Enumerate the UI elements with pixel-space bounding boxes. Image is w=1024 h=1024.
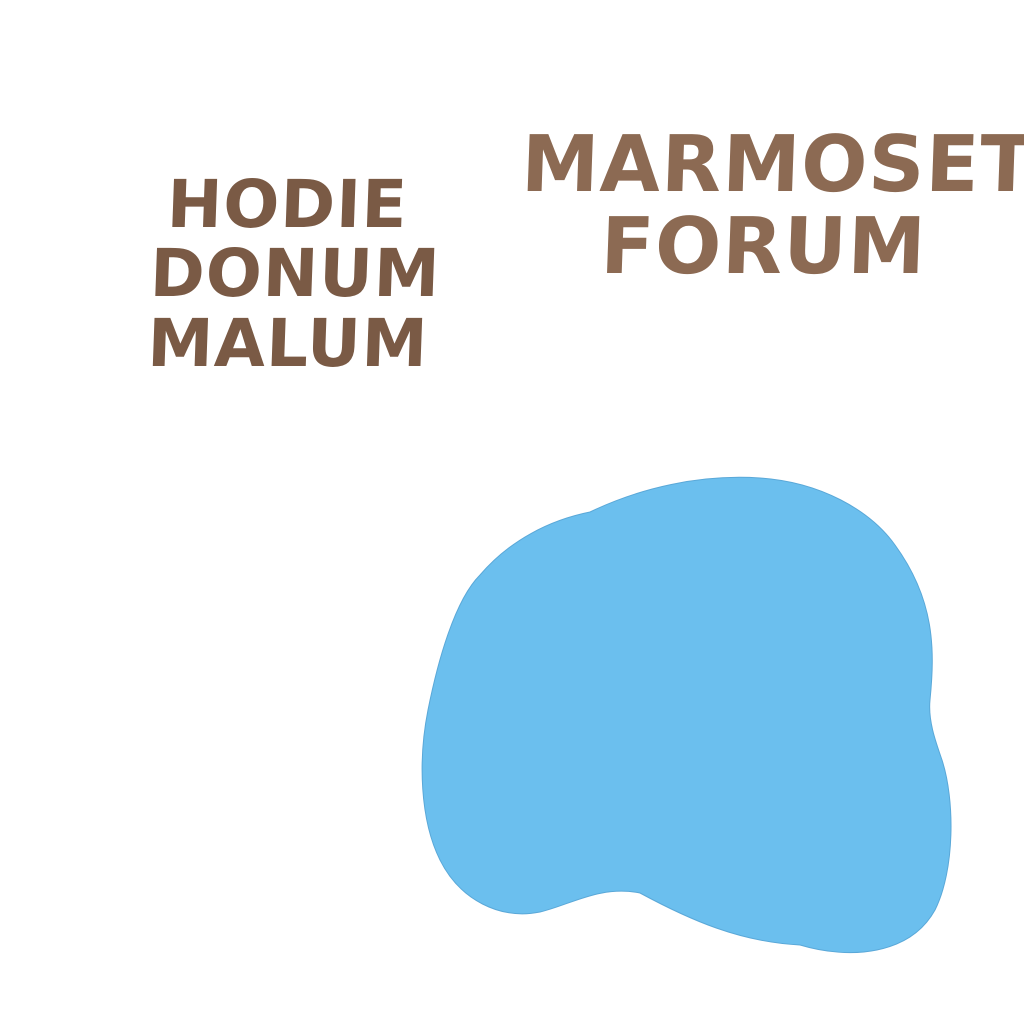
blob-path <box>421 476 952 954</box>
blue-blob-shape <box>421 476 952 954</box>
canvas: HODIE DONUM MALUM MARMOSET FORUM <box>0 0 1024 1024</box>
